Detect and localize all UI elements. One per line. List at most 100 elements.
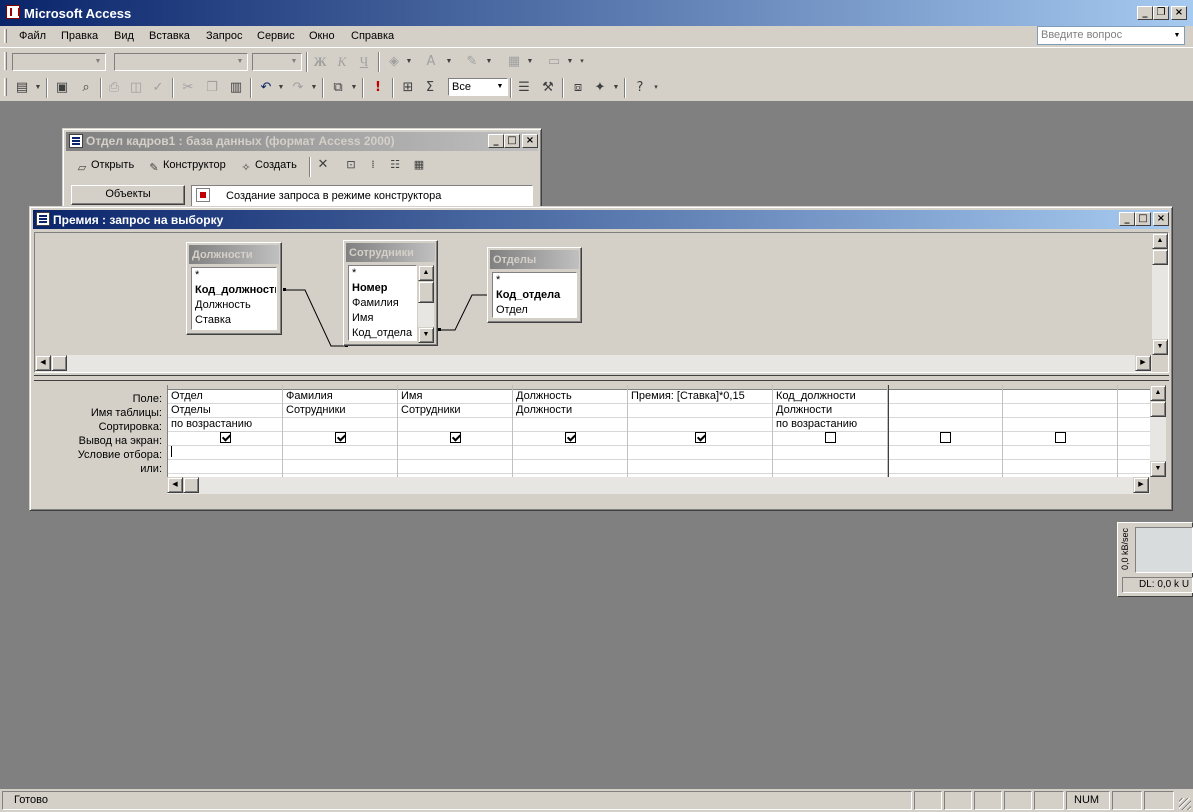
scroll-right-icon[interactable]: ▶: [1133, 477, 1149, 493]
list-icon[interactable]: ☷: [385, 155, 405, 175]
field-item[interactable]: Код_отдела: [349, 326, 416, 340]
chevron-down-icon[interactable]: ▼: [612, 78, 620, 98]
ask-dropdown-icon[interactable]: ▼: [1171, 28, 1183, 43]
redo-icon[interactable]: ↷: [288, 78, 308, 98]
grid-cell-field[interactable]: [1118, 390, 1150, 404]
font-combo[interactable]: ▼: [114, 53, 248, 71]
italic-button[interactable]: К: [332, 52, 352, 72]
details-icon[interactable]: ▦: [409, 155, 429, 175]
field-item[interactable]: Имя: [349, 311, 416, 326]
field-list-title[interactable]: Сотрудники: [346, 243, 435, 262]
menu-tools[interactable]: Сервис: [257, 30, 295, 42]
field-item-key[interactable]: Код_отдела: [493, 288, 576, 303]
grid-cell-or[interactable]: [1003, 460, 1117, 474]
chevron-down-icon[interactable]: ▼: [34, 78, 42, 98]
show-checkbox[interactable]: [824, 432, 836, 443]
grid-cell-table[interactable]: Должности: [513, 404, 627, 418]
scroll-down-icon[interactable]: ▼: [1152, 339, 1168, 355]
grid-cell-criteria[interactable]: [168, 446, 282, 460]
field-item[interactable]: *: [349, 266, 416, 281]
maximize-icon[interactable]: □: [1135, 212, 1151, 226]
scroll-right-icon[interactable]: ▶: [1135, 355, 1151, 371]
resize-grip-icon[interactable]: [1179, 798, 1191, 810]
grid-cell-criteria[interactable]: [513, 446, 627, 460]
query-type-icon[interactable]: ⧉: [328, 78, 348, 98]
grid-cell-sort[interactable]: [628, 418, 772, 432]
font-color-icon[interactable]: A: [421, 52, 441, 72]
field-item[interactable]: Должность: [192, 298, 276, 313]
ask-question-box[interactable]: Введите вопрос ▼: [1037, 26, 1185, 45]
grid-cell-sort[interactable]: [889, 418, 1002, 432]
query-window-title-bar[interactable]: Премия : запрос на выборку _ □ ×: [33, 210, 1169, 229]
grid-cell-table[interactable]: [628, 404, 772, 418]
scroll-thumb[interactable]: [418, 281, 434, 303]
minimize-icon[interactable]: _: [1119, 212, 1135, 226]
table-pane-vscroll[interactable]: ▲ ▼: [1152, 233, 1168, 355]
field-list-scrollbar[interactable]: ▲ ▼: [418, 265, 434, 343]
restore-icon[interactable]: ❐: [1153, 6, 1169, 20]
show-table-icon[interactable]: ⊞: [398, 78, 418, 98]
show-checkbox[interactable]: [334, 432, 346, 443]
field-item[interactable]: Отдел: [493, 303, 576, 317]
grid-cell-table[interactable]: Отделы: [168, 404, 282, 418]
close-icon[interactable]: ×: [1171, 6, 1187, 20]
open-button[interactable]: ▱ Открыть: [75, 159, 134, 175]
totals-icon[interactable]: Σ: [420, 78, 440, 98]
grid-column[interactable]: Отдел Отделы по возрастанию: [168, 385, 283, 477]
database-window-icon[interactable]: ⧈: [568, 78, 588, 98]
scroll-thumb[interactable]: [1152, 249, 1168, 265]
field-list-title[interactable]: Отделы: [490, 250, 579, 269]
chevron-down-icon[interactable]: ▼: [485, 52, 493, 72]
grid-column[interactable]: [1118, 385, 1150, 477]
bold-button[interactable]: Ж: [310, 52, 330, 72]
grid-cell-field[interactable]: Премия: [Ставка]*0,15: [628, 390, 772, 404]
list-item-create-query-design[interactable]: Создание запроса в режиме конструктора: [226, 190, 441, 202]
grid-cell-criteria[interactable]: [1118, 446, 1150, 460]
print-preview-icon[interactable]: ◫: [126, 78, 146, 98]
grid-hscroll[interactable]: ◀ ▶: [167, 477, 1150, 494]
show-checkbox[interactable]: [564, 432, 576, 443]
grid-cell-table[interactable]: [889, 404, 1002, 418]
menu-insert[interactable]: Вставка: [149, 30, 190, 42]
grid-cell-table[interactable]: [1003, 404, 1117, 418]
scroll-up-icon[interactable]: ▲: [1150, 385, 1166, 401]
field-item[interactable]: *: [493, 273, 576, 288]
grid-cell-criteria[interactable]: [1003, 446, 1117, 460]
grid-cell-table[interactable]: Сотрудники: [398, 404, 512, 418]
chevron-down-icon[interactable]: ▼: [350, 78, 358, 98]
field-list-otdely[interactable]: Отделы * Код_отдела Отдел: [487, 247, 582, 323]
grid-column[interactable]: Фамилия Сотрудники: [283, 385, 398, 477]
field-item[interactable]: *: [192, 268, 276, 283]
chevron-down-icon[interactable]: ▼: [526, 52, 534, 72]
grid-cell-field[interactable]: [1003, 390, 1117, 404]
field-list-sotrudniki[interactable]: Сотрудники * Номер Фамилия Имя Код_отдел…: [343, 240, 438, 346]
field-item[interactable]: Фамилия: [349, 296, 416, 311]
scroll-down-icon[interactable]: ▼: [1150, 461, 1166, 477]
gridlines-icon[interactable]: ▦: [504, 52, 524, 72]
spelling-icon[interactable]: ✓: [148, 78, 168, 98]
print-icon[interactable]: ⎙: [104, 78, 124, 98]
grid-cell-field[interactable]: Отдел: [168, 390, 282, 404]
grid-cell-criteria[interactable]: [773, 446, 887, 460]
grid-vscroll[interactable]: ▲ ▼: [1150, 385, 1166, 477]
grid-cell-or[interactable]: [773, 460, 887, 474]
show-checkbox[interactable]: [694, 432, 706, 443]
grid-cell-or[interactable]: [398, 460, 512, 474]
menu-file[interactable]: Файл: [19, 30, 46, 42]
object-combo[interactable]: ▼: [12, 53, 106, 71]
grid-cell-show[interactable]: [1118, 432, 1150, 446]
grid-cell-table[interactable]: [1118, 404, 1150, 418]
objects-bar[interactable]: Объекты: [71, 185, 185, 205]
chevron-down-icon[interactable]: ▼: [445, 52, 453, 72]
grid-cell-criteria[interactable]: [398, 446, 512, 460]
top-values-combo[interactable]: Все ▼: [448, 78, 508, 96]
grid-column[interactable]: Код_должности Должности по возрастанию: [773, 385, 888, 477]
grid-cell-table[interactable]: Сотрудники: [283, 404, 397, 418]
scroll-left-icon[interactable]: ◀: [35, 355, 51, 371]
chevron-down-icon[interactable]: ▼: [405, 52, 413, 72]
menu-query[interactable]: Запрос: [206, 30, 242, 42]
grid-column[interactable]: Премия: [Ставка]*0,15: [628, 385, 773, 477]
font-size-combo[interactable]: ▼: [252, 53, 302, 71]
grid-cell-criteria[interactable]: [628, 446, 772, 460]
undo-icon[interactable]: ↶: [256, 78, 276, 98]
